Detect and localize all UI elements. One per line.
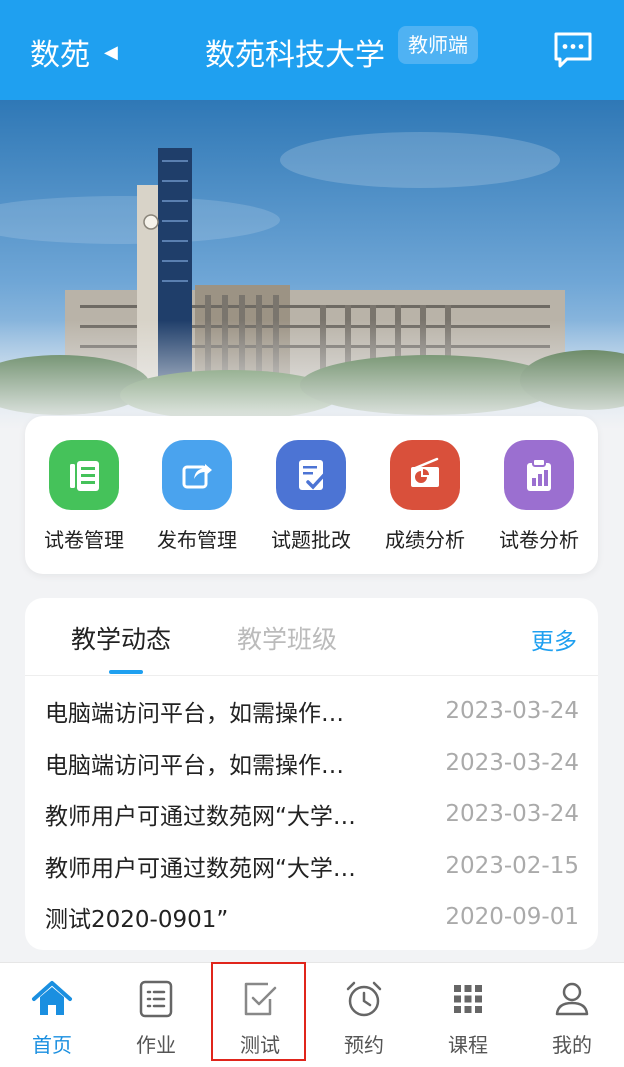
news-item[interactable]: 电脑端访问平台，如需操作… 2023-03-24 (45, 685, 579, 737)
quick-item-paper-analysis[interactable]: 试卷分析 (484, 440, 594, 553)
grading-icon (276, 440, 346, 510)
news-card: 教学动态 教学班级 更多 电脑端访问平台，如需操作… 2023-03-24 电脑… (25, 598, 598, 950)
tab-teaching-news[interactable]: 教学动态 (71, 620, 171, 656)
divider (25, 675, 598, 676)
nav-item-test[interactable]: 测试 (208, 977, 312, 1058)
news-item-date: 2020-09-01 (445, 904, 579, 930)
nav-label: 作业 (136, 1033, 176, 1057)
quick-item-grading[interactable]: 试题批改 (256, 440, 366, 553)
quick-menu-card: 试卷管理 发布管理 试题批改 成绩分析 试卷分析 (25, 416, 598, 574)
bottom-nav: 首页 作业 测试 预约 课程 我的 (0, 962, 624, 1067)
role-badge: 教师端 (398, 26, 478, 64)
publish-icon (162, 440, 232, 510)
paper-manage-icon (49, 440, 119, 510)
nav-item-booking[interactable]: 预约 (312, 977, 416, 1058)
nav-label: 测试 (240, 1033, 280, 1057)
news-item-date: 2023-03-24 (445, 801, 579, 827)
news-item-title: 测试2020-0901” (45, 907, 229, 933)
quick-item-score-analysis[interactable]: 成绩分析 (370, 440, 480, 553)
news-item-date: 2023-03-24 (445, 750, 579, 776)
news-item-date: 2023-03-24 (445, 698, 579, 724)
nav-item-home[interactable]: 首页 (0, 977, 104, 1058)
caret-left-icon: ◀ (104, 41, 118, 63)
nav-label: 我的 (552, 1033, 592, 1057)
news-item[interactable]: 教师用户可通过数苑网“大学… 2023-03-24 (45, 788, 579, 840)
quick-item-label: 试卷管理 (44, 528, 124, 552)
nav-label: 课程 (448, 1033, 488, 1057)
news-item[interactable]: 教师用户可通过数苑网“大学… 2023-02-15 (45, 840, 579, 892)
news-item-title: 电脑端访问平台，如需操作… (45, 753, 344, 779)
tab-teaching-classes[interactable]: 教学班级 (237, 620, 337, 656)
quick-item-publish[interactable]: 发布管理 (142, 440, 252, 553)
user-icon (550, 977, 594, 1021)
nav-item-courses[interactable]: 课程 (416, 977, 520, 1058)
page-title: 数苑科技大学 (205, 38, 385, 73)
news-item-title: 电脑端访问平台，如需操作… (45, 701, 344, 727)
test-icon (238, 977, 282, 1021)
nav-item-homework[interactable]: 作业 (104, 977, 208, 1058)
nav-label: 预约 (344, 1033, 384, 1057)
news-item-title: 教师用户可通过数苑网“大学… (45, 804, 356, 830)
quick-item-label: 试题批改 (271, 528, 351, 552)
campus-banner-image (0, 100, 624, 430)
news-item[interactable]: 测试2020-0901” 2020-09-01 (45, 891, 579, 943)
score-analysis-icon (390, 440, 460, 510)
paper-analysis-icon (504, 440, 574, 510)
quick-item-label: 试卷分析 (499, 528, 579, 552)
quick-item-label: 成绩分析 (385, 528, 465, 552)
brand-switcher[interactable]: 数苑 ◀ (30, 30, 118, 74)
active-tab-indicator (109, 670, 143, 674)
message-icon[interactable] (553, 31, 593, 69)
alarm-icon (342, 977, 386, 1021)
grid-icon (446, 977, 490, 1021)
news-item-title: 教师用户可通过数苑网“大学… (45, 856, 356, 882)
news-item-date: 2023-02-15 (445, 853, 579, 879)
quick-item-label: 发布管理 (157, 528, 237, 552)
nav-label: 首页 (32, 1033, 72, 1057)
home-icon (30, 977, 74, 1021)
app-header: 数苑 ◀ 数苑科技大学 教师端 (0, 0, 624, 100)
more-link[interactable]: 更多 (531, 622, 577, 656)
brand-label: 数苑 (30, 38, 90, 73)
quick-item-paper-manage[interactable]: 试卷管理 (29, 440, 139, 553)
homework-icon (134, 977, 178, 1021)
news-item[interactable]: 电脑端访问平台，如需操作… 2023-03-24 (45, 737, 579, 789)
nav-item-profile[interactable]: 我的 (520, 977, 624, 1058)
